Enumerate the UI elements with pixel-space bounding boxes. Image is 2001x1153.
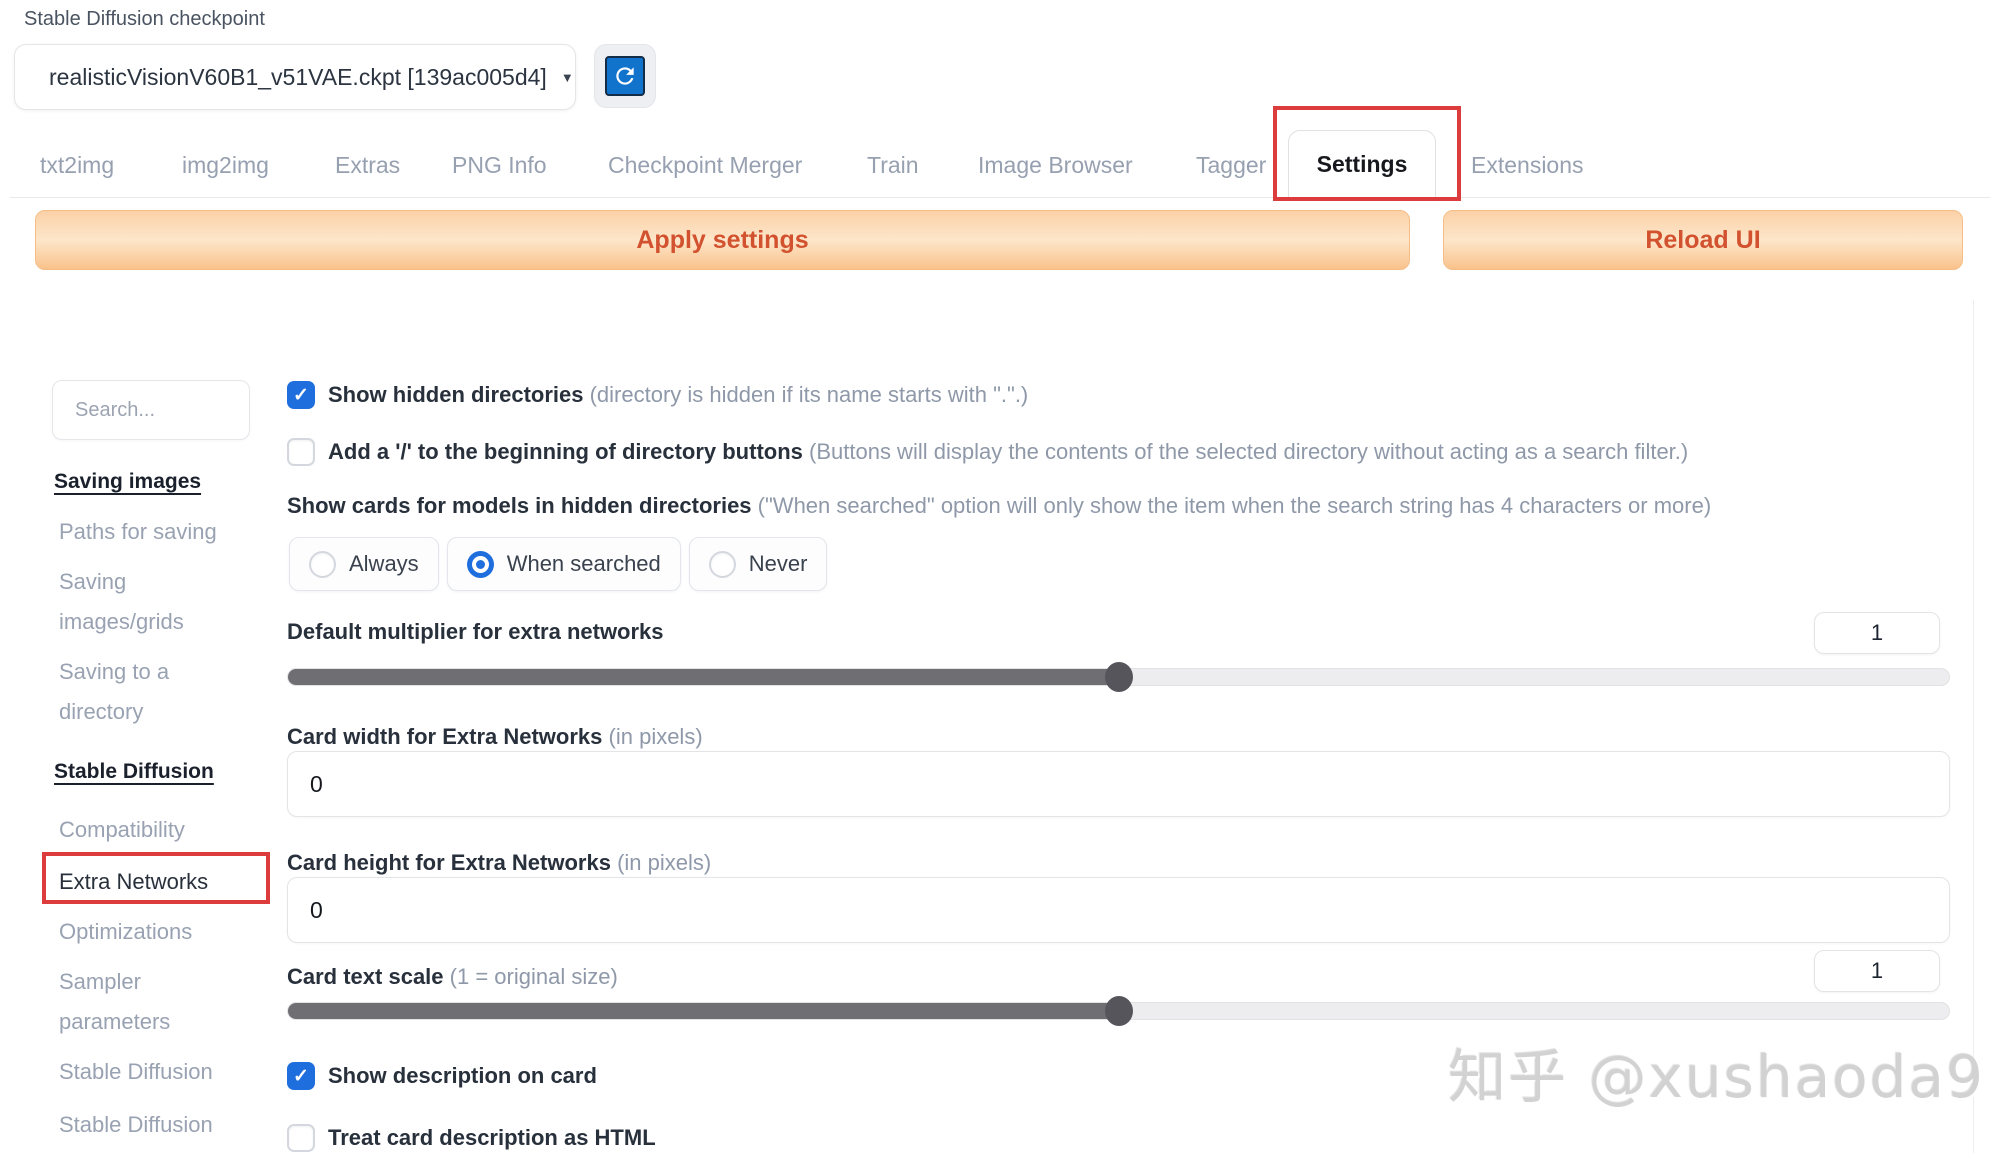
tab-image-browser[interactable]: Image Browser	[978, 152, 1133, 179]
setting-hint: (Buttons will display the contents of th…	[809, 439, 1688, 464]
setting-hint: ("When searched" option will only show t…	[758, 493, 1712, 518]
setting-label: Treat card description as HTML	[328, 1125, 656, 1151]
tabs-divider	[10, 197, 1990, 198]
setting-show-cards-label: Show cards for models in hidden director…	[287, 493, 1711, 519]
sidebar-item-stable-diffusion-2[interactable]: Stable Diffusion	[59, 1105, 213, 1145]
sidebar-item-paths-for-saving[interactable]: Paths for saving	[59, 512, 217, 552]
sidebar-item-saving-images-grids[interactable]: Saving images/grids	[59, 562, 234, 642]
tab-extras[interactable]: Extras	[335, 152, 400, 179]
text-scale-label: Card text scale (1 = original size)	[287, 964, 618, 990]
multiplier-label: Default multiplier for extra networks	[287, 619, 664, 645]
setting-show-description: ✓ Show description on card	[287, 1062, 597, 1090]
sidebar-item-saving-to-directory[interactable]: Saving to a directory	[59, 652, 234, 732]
tab-extensions[interactable]: Extensions	[1471, 152, 1584, 179]
multiplier-slider[interactable]	[287, 668, 1950, 686]
tab-img2img[interactable]: img2img	[182, 152, 269, 179]
check-icon: ✓	[293, 1065, 309, 1088]
refresh-icon	[605, 56, 645, 96]
refresh-checkpoints-button[interactable]	[594, 44, 656, 108]
tab-train[interactable]: Train	[867, 152, 919, 179]
text-scale-value-input[interactable]	[1814, 950, 1940, 992]
card-height-input[interactable]	[287, 877, 1950, 943]
setting-show-hidden-directories: ✓ Show hidden directories (directory is …	[287, 381, 1028, 409]
tab-settings[interactable]: Settings	[1288, 130, 1436, 198]
sidebar-section-saving-images[interactable]: Saving images	[54, 470, 201, 494]
show-cards-radio-group: Always When searched Never	[289, 537, 827, 591]
settings-page: Stable Diffusion checkpoint realisticVis…	[0, 0, 2001, 1153]
radio-icon	[309, 551, 336, 578]
chevron-down-icon: ▼	[561, 70, 574, 85]
slider-fill	[288, 1003, 1119, 1019]
radio-label: Always	[349, 551, 419, 577]
setting-treat-html: Treat card description as HTML	[287, 1124, 656, 1152]
checkpoint-value: realisticVisionV60B1_v51VAE.ckpt [139ac0…	[49, 64, 547, 91]
tab-tagger[interactable]: Tagger	[1196, 152, 1266, 179]
radio-always[interactable]: Always	[289, 537, 439, 591]
tab-txt2img[interactable]: txt2img	[40, 152, 114, 179]
checkpoint-label: Stable Diffusion checkpoint	[24, 8, 265, 31]
tab-checkpoint-merger[interactable]: Checkpoint Merger	[608, 152, 802, 179]
card-width-input[interactable]	[287, 751, 1950, 817]
setting-hint: (directory is hidden if its name starts …	[590, 382, 1029, 407]
checkbox-show-hidden-directories[interactable]: ✓	[287, 381, 315, 409]
radio-never[interactable]: Never	[689, 537, 828, 591]
sidebar-item-optimizations[interactable]: Optimizations	[59, 912, 192, 952]
radio-label: Never	[749, 551, 808, 577]
sidebar-section-stable-diffusion[interactable]: Stable Diffusion	[54, 760, 214, 784]
check-icon: ✓	[293, 384, 309, 407]
card-height-label: Card height for Extra Networks (in pixel…	[287, 850, 711, 876]
panel-right-border	[1973, 300, 1974, 1153]
radio-icon	[709, 551, 736, 578]
tab-png-info[interactable]: PNG Info	[452, 152, 547, 179]
radio-selected-icon	[467, 551, 494, 578]
search-input[interactable]	[52, 380, 250, 440]
checkbox-add-slash[interactable]	[287, 438, 315, 466]
watermark: 知乎 @xushaoda9	[1448, 1030, 1985, 1114]
sidebar-item-sampler-parameters[interactable]: Sampler parameters	[59, 962, 234, 1042]
setting-label: Show hidden directories	[328, 382, 583, 407]
radio-label: When searched	[507, 551, 661, 577]
multiplier-value-input[interactable]	[1814, 612, 1940, 654]
tab-settings-label: Settings	[1317, 151, 1408, 178]
slider-fill	[288, 669, 1119, 685]
checkpoint-dropdown[interactable]: realisticVisionV60B1_v51VAE.ckpt [139ac0…	[14, 44, 576, 110]
radio-when-searched[interactable]: When searched	[447, 537, 681, 591]
slider-handle[interactable]	[1105, 662, 1133, 692]
text-scale-slider[interactable]	[287, 1002, 1950, 1020]
checkbox-treat-html[interactable]	[287, 1124, 315, 1152]
sidebar-item-stable-diffusion-1[interactable]: Stable Diffusion	[59, 1052, 213, 1092]
card-width-label: Card width for Extra Networks (in pixels…	[287, 724, 703, 750]
reload-ui-button[interactable]: Reload UI	[1443, 210, 1963, 270]
setting-add-slash: Add a '/' to the beginning of directory …	[287, 438, 1688, 466]
sidebar-item-compatibility[interactable]: Compatibility	[59, 810, 185, 850]
setting-label: Show description on card	[328, 1063, 597, 1089]
checkbox-show-description[interactable]: ✓	[287, 1062, 315, 1090]
slider-handle[interactable]	[1105, 996, 1133, 1026]
setting-label: Add a '/' to the beginning of directory …	[328, 439, 803, 464]
sidebar-item-extra-networks[interactable]: Extra Networks	[59, 862, 208, 902]
apply-settings-button[interactable]: Apply settings	[35, 210, 1410, 270]
